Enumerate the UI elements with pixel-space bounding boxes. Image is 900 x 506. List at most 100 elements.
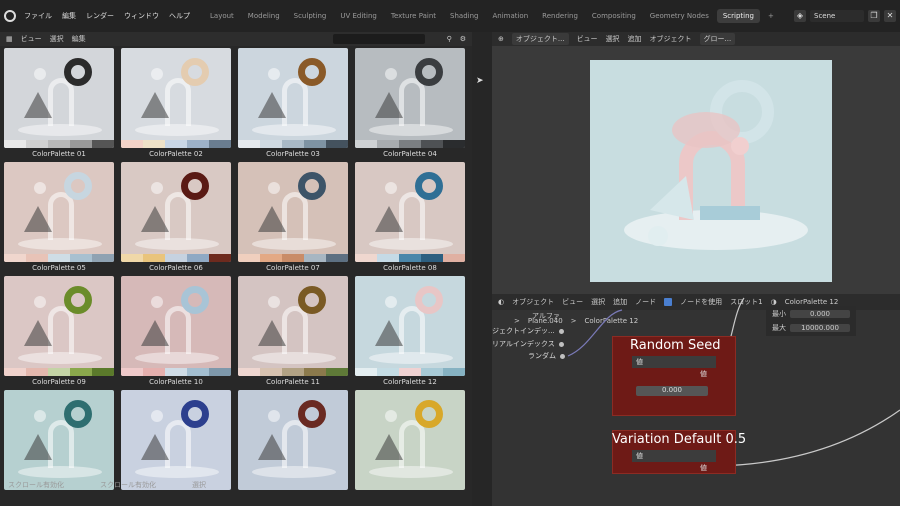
palette-thumbnail[interactable] <box>355 276 465 376</box>
menu-add[interactable]: 追加 <box>628 34 642 44</box>
palette-item[interactable]: ColorPalette 11 <box>238 276 348 388</box>
transform-orientation-dropdown[interactable]: グロー... <box>699 33 736 45</box>
menu-window[interactable]: ウィンドウ <box>124 11 159 21</box>
scene-field[interactable]: Scene <box>810 10 864 22</box>
scene-ring-shape <box>181 400 209 428</box>
color-swatch <box>282 140 304 148</box>
palette-thumbnail[interactable] <box>238 162 348 262</box>
palette-item[interactable]: ColorPalette 09 <box>4 276 114 388</box>
add-workspace-button[interactable]: + <box>762 9 780 23</box>
copy-icon[interactable]: ❐ <box>868 10 880 22</box>
menu-edit[interactable]: 編集 <box>62 11 76 21</box>
color-swatch <box>26 140 48 148</box>
tab-texture-paint[interactable]: Texture Paint <box>385 9 442 23</box>
palette-item[interactable] <box>4 390 114 490</box>
tab-layout[interactable]: Layout <box>204 9 240 23</box>
palette-thumbnail[interactable] <box>121 48 231 148</box>
color-swatch <box>355 140 377 148</box>
color-swatch <box>282 254 304 262</box>
palette-thumbnail[interactable] <box>238 48 348 148</box>
palette-name: ColorPalette 03 <box>266 150 320 158</box>
color-swatch <box>443 140 465 148</box>
gear-icon[interactable]: ⚙ <box>460 35 466 43</box>
palette-thumbnail[interactable] <box>355 390 465 490</box>
tab-compositing[interactable]: Compositing <box>586 9 642 23</box>
node-collapse-header[interactable]: 値 <box>632 356 716 368</box>
palette-thumbnail[interactable] <box>238 390 348 490</box>
asset-browser: ▦ ビュー 選択 編集 ⚲ ⚙ ColorPalette 01 ColorPale… <box>0 32 472 506</box>
editor-type-icon[interactable]: ⊕ <box>498 35 504 43</box>
scene-ball-shape <box>385 410 397 422</box>
search-input[interactable] <box>332 34 425 44</box>
color-swatch-strip <box>4 140 114 148</box>
viewport-header: ⊕ オブジェクト... ビュー 選択 追加 オブジェクト グロー... <box>492 32 900 46</box>
scene-icon[interactable]: ◈ <box>794 10 806 22</box>
palette-thumbnail[interactable] <box>4 162 114 262</box>
scene-accent-shape <box>258 320 286 346</box>
palette-thumbnail[interactable] <box>121 390 231 490</box>
tab-modeling[interactable]: Modeling <box>242 9 286 23</box>
menu-object[interactable]: オブジェクト <box>650 34 692 44</box>
mode-dropdown[interactable]: オブジェクト... <box>511 33 569 45</box>
palette-item[interactable] <box>355 390 465 490</box>
menu-render[interactable]: レンダー <box>86 11 114 21</box>
shader-node-editor[interactable]: ◐ オブジェクト ビュー 選択 追加 ノード ノードを使用 スロット1 ◑ Co… <box>492 294 900 506</box>
palette-thumbnail[interactable] <box>4 390 114 490</box>
tab-scripting[interactable]: Scripting <box>716 9 760 23</box>
viewport-3d[interactable]: ⊕ オブジェクト... ビュー 選択 追加 オブジェクト グロー... <box>492 32 900 294</box>
menu-help[interactable]: ヘルプ <box>169 11 190 21</box>
palette-thumbnail[interactable] <box>238 276 348 376</box>
palette-item[interactable]: ColorPalette 04 <box>355 48 465 160</box>
menu-view[interactable]: ビュー <box>21 34 42 44</box>
palette-item[interactable]: ColorPalette 03 <box>238 48 348 160</box>
palette-item[interactable]: ColorPalette 05 <box>4 162 114 274</box>
scene-accent-shape <box>24 92 52 118</box>
node-collapse-header[interactable]: 値 <box>632 450 716 462</box>
color-swatch <box>238 140 260 148</box>
palette-item[interactable]: ColorPalette 08 <box>355 162 465 274</box>
tab-rendering[interactable]: Rendering <box>536 9 584 23</box>
palette-thumbnail[interactable] <box>355 162 465 262</box>
editor-type-icon[interactable]: ▦ <box>6 35 13 43</box>
palette-item[interactable]: ColorPalette 06 <box>121 162 231 274</box>
palette-item[interactable]: ColorPalette 12 <box>355 276 465 388</box>
color-swatch-strip <box>355 140 465 148</box>
menu-edit-left[interactable]: 編集 <box>72 34 86 44</box>
scene-accent-shape <box>375 320 403 346</box>
tab-geometry-nodes[interactable]: Geometry Nodes <box>644 9 715 23</box>
color-swatch <box>209 140 231 148</box>
area-divider[interactable]: ➤ <box>472 32 492 506</box>
menu-select[interactable]: 選択 <box>606 34 620 44</box>
palette-thumbnail[interactable] <box>121 162 231 262</box>
tab-uv-editing[interactable]: UV Editing <box>334 9 383 23</box>
palette-thumbnail[interactable] <box>4 276 114 376</box>
color-swatch <box>165 254 187 262</box>
palette-item[interactable]: ColorPalette 01 <box>4 48 114 160</box>
color-swatch <box>48 140 70 148</box>
palette-item[interactable]: ColorPalette 02 <box>121 48 231 160</box>
menu-file[interactable]: ファイル <box>24 11 52 21</box>
color-swatch <box>326 140 348 148</box>
tab-animation[interactable]: Animation <box>486 9 534 23</box>
close-icon[interactable]: ✕ <box>884 10 896 22</box>
palette-thumbnail[interactable] <box>121 276 231 376</box>
palette-item[interactable]: ColorPalette 07 <box>238 162 348 274</box>
tab-sculpting[interactable]: Sculpting <box>288 9 333 23</box>
menu-view[interactable]: ビュー <box>577 34 598 44</box>
palette-thumbnail[interactable] <box>355 48 465 148</box>
color-swatch <box>26 254 48 262</box>
scene-accent-shape <box>141 206 169 232</box>
palette-item[interactable] <box>121 390 231 490</box>
palette-item[interactable]: ColorPalette 10 <box>121 276 231 388</box>
scene-ring-shape <box>64 286 92 314</box>
palette-item[interactable] <box>238 390 348 490</box>
value-field[interactable]: 0.000 <box>636 386 708 396</box>
blender-logo-icon[interactable] <box>4 10 16 22</box>
palette-name: ColorPalette 08 <box>383 264 437 272</box>
menu-select[interactable]: 選択 <box>50 34 64 44</box>
scene-ball-shape <box>151 182 163 194</box>
filter-icon[interactable]: ⚲ <box>447 35 452 43</box>
tab-shading[interactable]: Shading <box>444 9 484 23</box>
palette-thumbnail[interactable] <box>4 48 114 148</box>
color-swatch <box>143 368 165 376</box>
